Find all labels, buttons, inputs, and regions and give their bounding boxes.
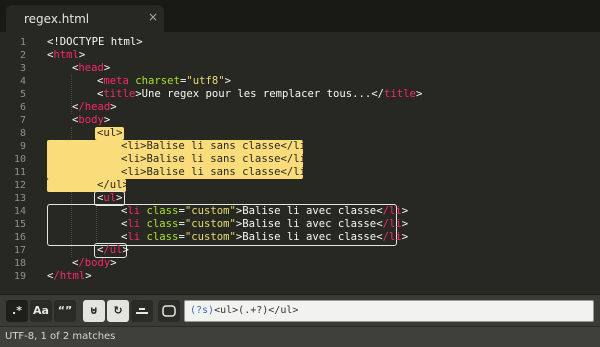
tab-bar: regex.html × [0, 0, 600, 32]
code-line-9: <li>Balise li sans classe</li> [121, 140, 312, 153]
line-number: 6 [19, 102, 26, 113]
class-value: "custom" [184, 205, 236, 217]
ul-close: </ul> [97, 179, 129, 191]
body-tag: body [78, 114, 104, 126]
code-line-15: <li class="custom">Balise li avec classe… [121, 218, 409, 230]
code-line-3: <head> [72, 62, 111, 74]
find-input[interactable]: (?s)<ul>(.+?)</ul> [184, 300, 594, 322]
charset-attr: charset [135, 75, 180, 87]
li-tag: li [127, 231, 141, 243]
class-value: "custom" [184, 231, 236, 243]
line-number: 13 [13, 193, 26, 204]
code-line-10: <li>Balise li sans classe</li> [121, 153, 312, 166]
line-number: 19 [13, 271, 26, 282]
code-line-12: </ul> [97, 179, 129, 192]
highlight-matches-icon[interactable] [131, 300, 153, 322]
charset-value: "utf8" [186, 75, 225, 87]
doctype: <!DOCTYPE html> [47, 36, 143, 48]
head-tag: head [78, 62, 104, 74]
code-line-17: </ul> [97, 244, 129, 256]
find-panel: .* Aa “” ⊍ ↻ (?s)<ul>(.+?)</ul> [0, 294, 600, 327]
regex-toggle-button[interactable]: .* [6, 300, 28, 322]
code-line-8: <ul> [97, 127, 123, 140]
ul-tag: ul [103, 192, 117, 204]
code-line-14: <li class="custom">Balise li avec classe… [121, 205, 409, 217]
find-query-pattern: <ul>(.+?)</ul> [214, 305, 299, 316]
li-tag: li [127, 205, 141, 217]
html-tag: html [53, 49, 79, 61]
code-line-19: </html> [47, 270, 92, 282]
line-number: 2 [19, 50, 26, 61]
class-attr: class [146, 231, 179, 243]
find-query-flag: (?s) [190, 305, 215, 316]
line-number: 1 [19, 37, 26, 48]
line-number: 16 [13, 232, 26, 243]
li-close-tag: /li [382, 205, 402, 217]
case-sensitive-button[interactable]: Aa [30, 300, 52, 322]
code-line-1: <!DOCTYPE html> [47, 36, 143, 49]
li-text: Balise li avec classe [242, 205, 377, 217]
line-number: 5 [19, 89, 26, 100]
show-context-icon-svg [162, 305, 176, 317]
code-line-5: <title>Une regex pour les remplacer tous… [97, 88, 423, 100]
code-line-4: <meta charset="utf8"> [97, 75, 232, 87]
line-number-gutter: 1 2 3 4 5 6 7 8 9 10 11 12 13 14 15 16 1… [0, 32, 36, 294]
code-line-7: <body> [72, 114, 111, 126]
code-line-6: </head> [72, 101, 117, 113]
title-close-tag: title [384, 88, 416, 100]
line-number: 3 [19, 63, 26, 74]
line-number: 12 [13, 180, 26, 191]
head-close-tag: /head [78, 101, 111, 113]
class-attr: class [146, 218, 179, 230]
html-close-tag: /html [53, 270, 86, 282]
whole-word-button[interactable]: “” [54, 300, 76, 322]
li-plain: <li>Balise li sans classe</li> [121, 153, 313, 165]
li-text: Balise li avec classe [242, 218, 377, 230]
title-text: Une regex pour les remplacer tous... [141, 88, 372, 100]
line-number: 18 [13, 258, 26, 269]
ul-close-tag: /ul [103, 244, 123, 256]
li-plain: <li>Balise li sans classe</li> [121, 166, 313, 178]
line-number: 10 [13, 154, 26, 165]
li-close-tag: /li [382, 218, 402, 230]
line-number: 11 [13, 167, 26, 178]
wrap-icon[interactable]: ⊍ [83, 300, 105, 322]
highlight-matches-icon-svg [136, 308, 148, 314]
ul-open: <ul> [97, 127, 123, 139]
line-number: 4 [19, 76, 26, 87]
title-tag: title [103, 88, 136, 100]
tab-title[interactable]: regex.html [24, 12, 89, 26]
code-line-2: <html> [47, 49, 86, 61]
class-value: "custom" [184, 218, 236, 230]
code-line-13: <ul> [97, 192, 123, 204]
code-line-18: </body> [72, 257, 117, 269]
status-bar: UTF-8, 1 of 2 matches [0, 326, 600, 347]
line-number: 17 [13, 245, 26, 256]
li-plain: <li>Balise li sans classe</li> [121, 140, 313, 152]
line-number: 15 [13, 219, 26, 230]
li-close-tag: /li [382, 231, 402, 243]
file-tab[interactable]: regex.html × [6, 5, 164, 32]
show-context-icon[interactable] [158, 300, 180, 322]
in-selection-icon[interactable]: ↻ [107, 300, 129, 322]
close-icon[interactable]: × [148, 10, 158, 24]
li-tag: li [127, 218, 141, 230]
line-number: 9 [19, 141, 26, 152]
code-line-11: <li>Balise li sans classe</li> [121, 166, 312, 179]
line-number: 14 [13, 206, 26, 217]
line-number: 8 [19, 128, 26, 139]
code-editor[interactable]: 1 2 3 4 5 6 7 8 9 10 11 12 13 14 15 16 1… [0, 32, 600, 294]
code-line-16: <li class="custom">Balise li avec classe… [121, 231, 409, 243]
class-attr: class [146, 205, 179, 217]
meta-tag: meta [103, 75, 129, 87]
line-number: 7 [19, 115, 26, 126]
body-close-tag: /body [78, 257, 111, 269]
status-text: UTF-8, 1 of 2 matches [5, 331, 116, 342]
li-text: Balise li avec classe [242, 231, 377, 243]
